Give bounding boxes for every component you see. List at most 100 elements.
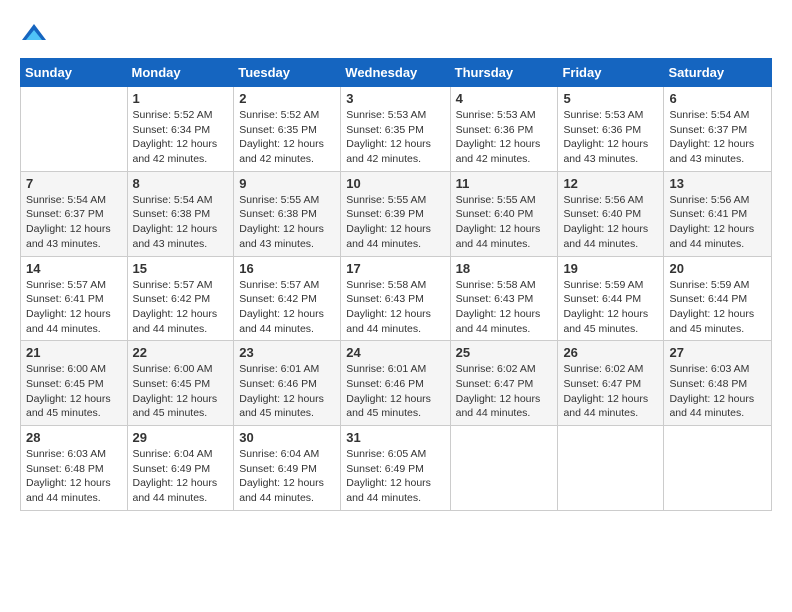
day-info: Sunrise: 6:02 AMSunset: 6:47 PMDaylight:… [563,362,658,421]
day-cell: 4Sunrise: 5:53 AMSunset: 6:36 PMDaylight… [450,87,558,172]
day-number: 30 [239,430,335,445]
day-cell: 16 Sunrise: 5:57 AMSunset: 6:42 PMDayligh… [234,256,341,341]
day-cell: 27 Sunrise: 6:03 AMSunset: 6:48 PMDayligh… [664,341,772,426]
logo [20,20,52,48]
day-number: 26 [563,345,658,360]
day-number: 1 [133,91,229,106]
day-number: 19 [563,261,658,276]
day-info: Sunrise: 5:52 AMSunset: 6:35 PMDaylight:… [239,108,335,167]
day-info: Sunrise: 5:57 AMSunset: 6:41 PMDaylight:… [26,278,122,337]
day-number: 14 [26,261,122,276]
header-day-saturday: Saturday [664,59,772,87]
week-row-4: 21Sunrise: 6:00 AMSunset: 6:45 PMDayligh… [21,341,772,426]
day-cell: 5 Sunrise: 5:53 AMSunset: 6:36 PMDaylight… [558,87,664,172]
day-number: 12 [563,176,658,191]
day-info: Sunrise: 6:03 AMSunset: 6:48 PMDaylight:… [26,447,122,506]
week-row-5: 28 Sunrise: 6:03 AMSunset: 6:48 PMDayligh… [21,426,772,511]
day-cell: 12 Sunrise: 5:56 AMSunset: 6:40 PMDayligh… [558,171,664,256]
day-cell: 3 Sunrise: 5:53 AMSunset: 6:35 PMDaylight… [341,87,450,172]
day-number: 27 [669,345,766,360]
day-cell: 17 Sunrise: 5:58 AMSunset: 6:43 PMDayligh… [341,256,450,341]
day-info: Sunrise: 5:53 AMSunset: 6:36 PMDaylight:… [563,108,658,167]
day-cell: 10 Sunrise: 5:55 AMSunset: 6:39 PMDayligh… [341,171,450,256]
calendar-table: SundayMondayTuesdayWednesdayThursdayFrid… [20,58,772,511]
day-number: 7 [26,176,122,191]
header-day-wednesday: Wednesday [341,59,450,87]
day-info: Sunrise: 5:56 AMSunset: 6:40 PMDaylight:… [563,193,658,252]
day-info: Sunrise: 5:55 AMSunset: 6:40 PMDaylight:… [456,193,553,252]
day-info: Sunrise: 6:01 AMSunset: 6:46 PMDaylight:… [239,362,335,421]
day-number: 22 [133,345,229,360]
day-info: Sunrise: 6:00 AMSunset: 6:45 PMDaylight:… [26,362,122,421]
day-info: Sunrise: 6:04 AMSunset: 6:49 PMDaylight:… [239,447,335,506]
day-number: 25 [456,345,553,360]
day-number: 16 [239,261,335,276]
day-cell: 31 Sunrise: 6:05 AMSunset: 6:49 PMDayligh… [341,426,450,511]
calendar-body: 1 Sunrise: 5:52 AMSunset: 6:34 PMDaylight… [21,87,772,511]
day-cell: 7 Sunrise: 5:54 AMSunset: 6:37 PMDaylight… [21,171,128,256]
header-day-sunday: Sunday [21,59,128,87]
day-info: Sunrise: 5:56 AMSunset: 6:41 PMDaylight:… [669,193,766,252]
week-row-1: 1 Sunrise: 5:52 AMSunset: 6:34 PMDaylight… [21,87,772,172]
header-day-friday: Friday [558,59,664,87]
day-cell: 14 Sunrise: 5:57 AMSunset: 6:41 PMDayligh… [21,256,128,341]
day-number: 11 [456,176,553,191]
header-row: SundayMondayTuesdayWednesdayThursdayFrid… [21,59,772,87]
day-info: Sunrise: 6:04 AMSunset: 6:49 PMDaylight:… [133,447,229,506]
day-cell [558,426,664,511]
day-number: 13 [669,176,766,191]
day-info: Sunrise: 6:01 AMSunset: 6:46 PMDaylight:… [346,362,444,421]
day-info: Sunrise: 5:53 AMSunset: 6:35 PMDaylight:… [346,108,444,167]
day-info: Sunrise: 5:57 AMSunset: 6:42 PMDaylight:… [133,278,229,337]
day-info: Sunrise: 5:55 AMSunset: 6:38 PMDaylight:… [239,193,335,252]
day-cell [664,426,772,511]
day-info: Sunrise: 5:54 AMSunset: 6:37 PMDaylight:… [26,193,122,252]
day-number: 9 [239,176,335,191]
day-cell: 9 Sunrise: 5:55 AMSunset: 6:38 PMDaylight… [234,171,341,256]
day-info: Sunrise: 6:03 AMSunset: 6:48 PMDaylight:… [669,362,766,421]
header-day-tuesday: Tuesday [234,59,341,87]
logo-icon [20,20,48,48]
day-number: 4 [456,91,553,106]
day-cell [450,426,558,511]
day-cell [21,87,128,172]
day-info: Sunrise: 5:52 AMSunset: 6:34 PMDaylight:… [133,108,229,167]
day-cell: 6Sunrise: 5:54 AMSunset: 6:37 PMDaylight… [664,87,772,172]
header-day-thursday: Thursday [450,59,558,87]
day-number: 28 [26,430,122,445]
day-number: 5 [563,91,658,106]
day-cell: 22 Sunrise: 6:00 AMSunset: 6:45 PMDayligh… [127,341,234,426]
day-number: 15 [133,261,229,276]
day-number: 31 [346,430,444,445]
day-cell: 18 Sunrise: 5:58 AMSunset: 6:43 PMDayligh… [450,256,558,341]
day-info: Sunrise: 6:00 AMSunset: 6:45 PMDaylight:… [133,362,229,421]
day-number: 18 [456,261,553,276]
day-number: 24 [346,345,444,360]
day-cell: 25 Sunrise: 6:02 AMSunset: 6:47 PMDayligh… [450,341,558,426]
day-info: Sunrise: 5:57 AMSunset: 6:42 PMDaylight:… [239,278,335,337]
day-number: 8 [133,176,229,191]
day-info: Sunrise: 6:02 AMSunset: 6:47 PMDaylight:… [456,362,553,421]
day-info: Sunrise: 6:05 AMSunset: 6:49 PMDaylight:… [346,447,444,506]
day-cell: 11 Sunrise: 5:55 AMSunset: 6:40 PMDayligh… [450,171,558,256]
day-cell: 21Sunrise: 6:00 AMSunset: 6:45 PMDayligh… [21,341,128,426]
day-number: 29 [133,430,229,445]
day-number: 3 [346,91,444,106]
calendar-header: SundayMondayTuesdayWednesdayThursdayFrid… [21,59,772,87]
day-number: 20 [669,261,766,276]
page-header [20,20,772,48]
day-info: Sunrise: 5:58 AMSunset: 6:43 PMDaylight:… [346,278,444,337]
day-number: 17 [346,261,444,276]
day-number: 23 [239,345,335,360]
day-number: 6 [669,91,766,106]
day-cell: 15 Sunrise: 5:57 AMSunset: 6:42 PMDayligh… [127,256,234,341]
week-row-2: 7 Sunrise: 5:54 AMSunset: 6:37 PMDaylight… [21,171,772,256]
day-info: Sunrise: 5:58 AMSunset: 6:43 PMDaylight:… [456,278,553,337]
day-number: 10 [346,176,444,191]
day-cell: 24 Sunrise: 6:01 AMSunset: 6:46 PMDayligh… [341,341,450,426]
header-day-monday: Monday [127,59,234,87]
day-info: Sunrise: 5:55 AMSunset: 6:39 PMDaylight:… [346,193,444,252]
day-number: 2 [239,91,335,106]
day-cell: 30 Sunrise: 6:04 AMSunset: 6:49 PMDayligh… [234,426,341,511]
day-cell: 1 Sunrise: 5:52 AMSunset: 6:34 PMDaylight… [127,87,234,172]
